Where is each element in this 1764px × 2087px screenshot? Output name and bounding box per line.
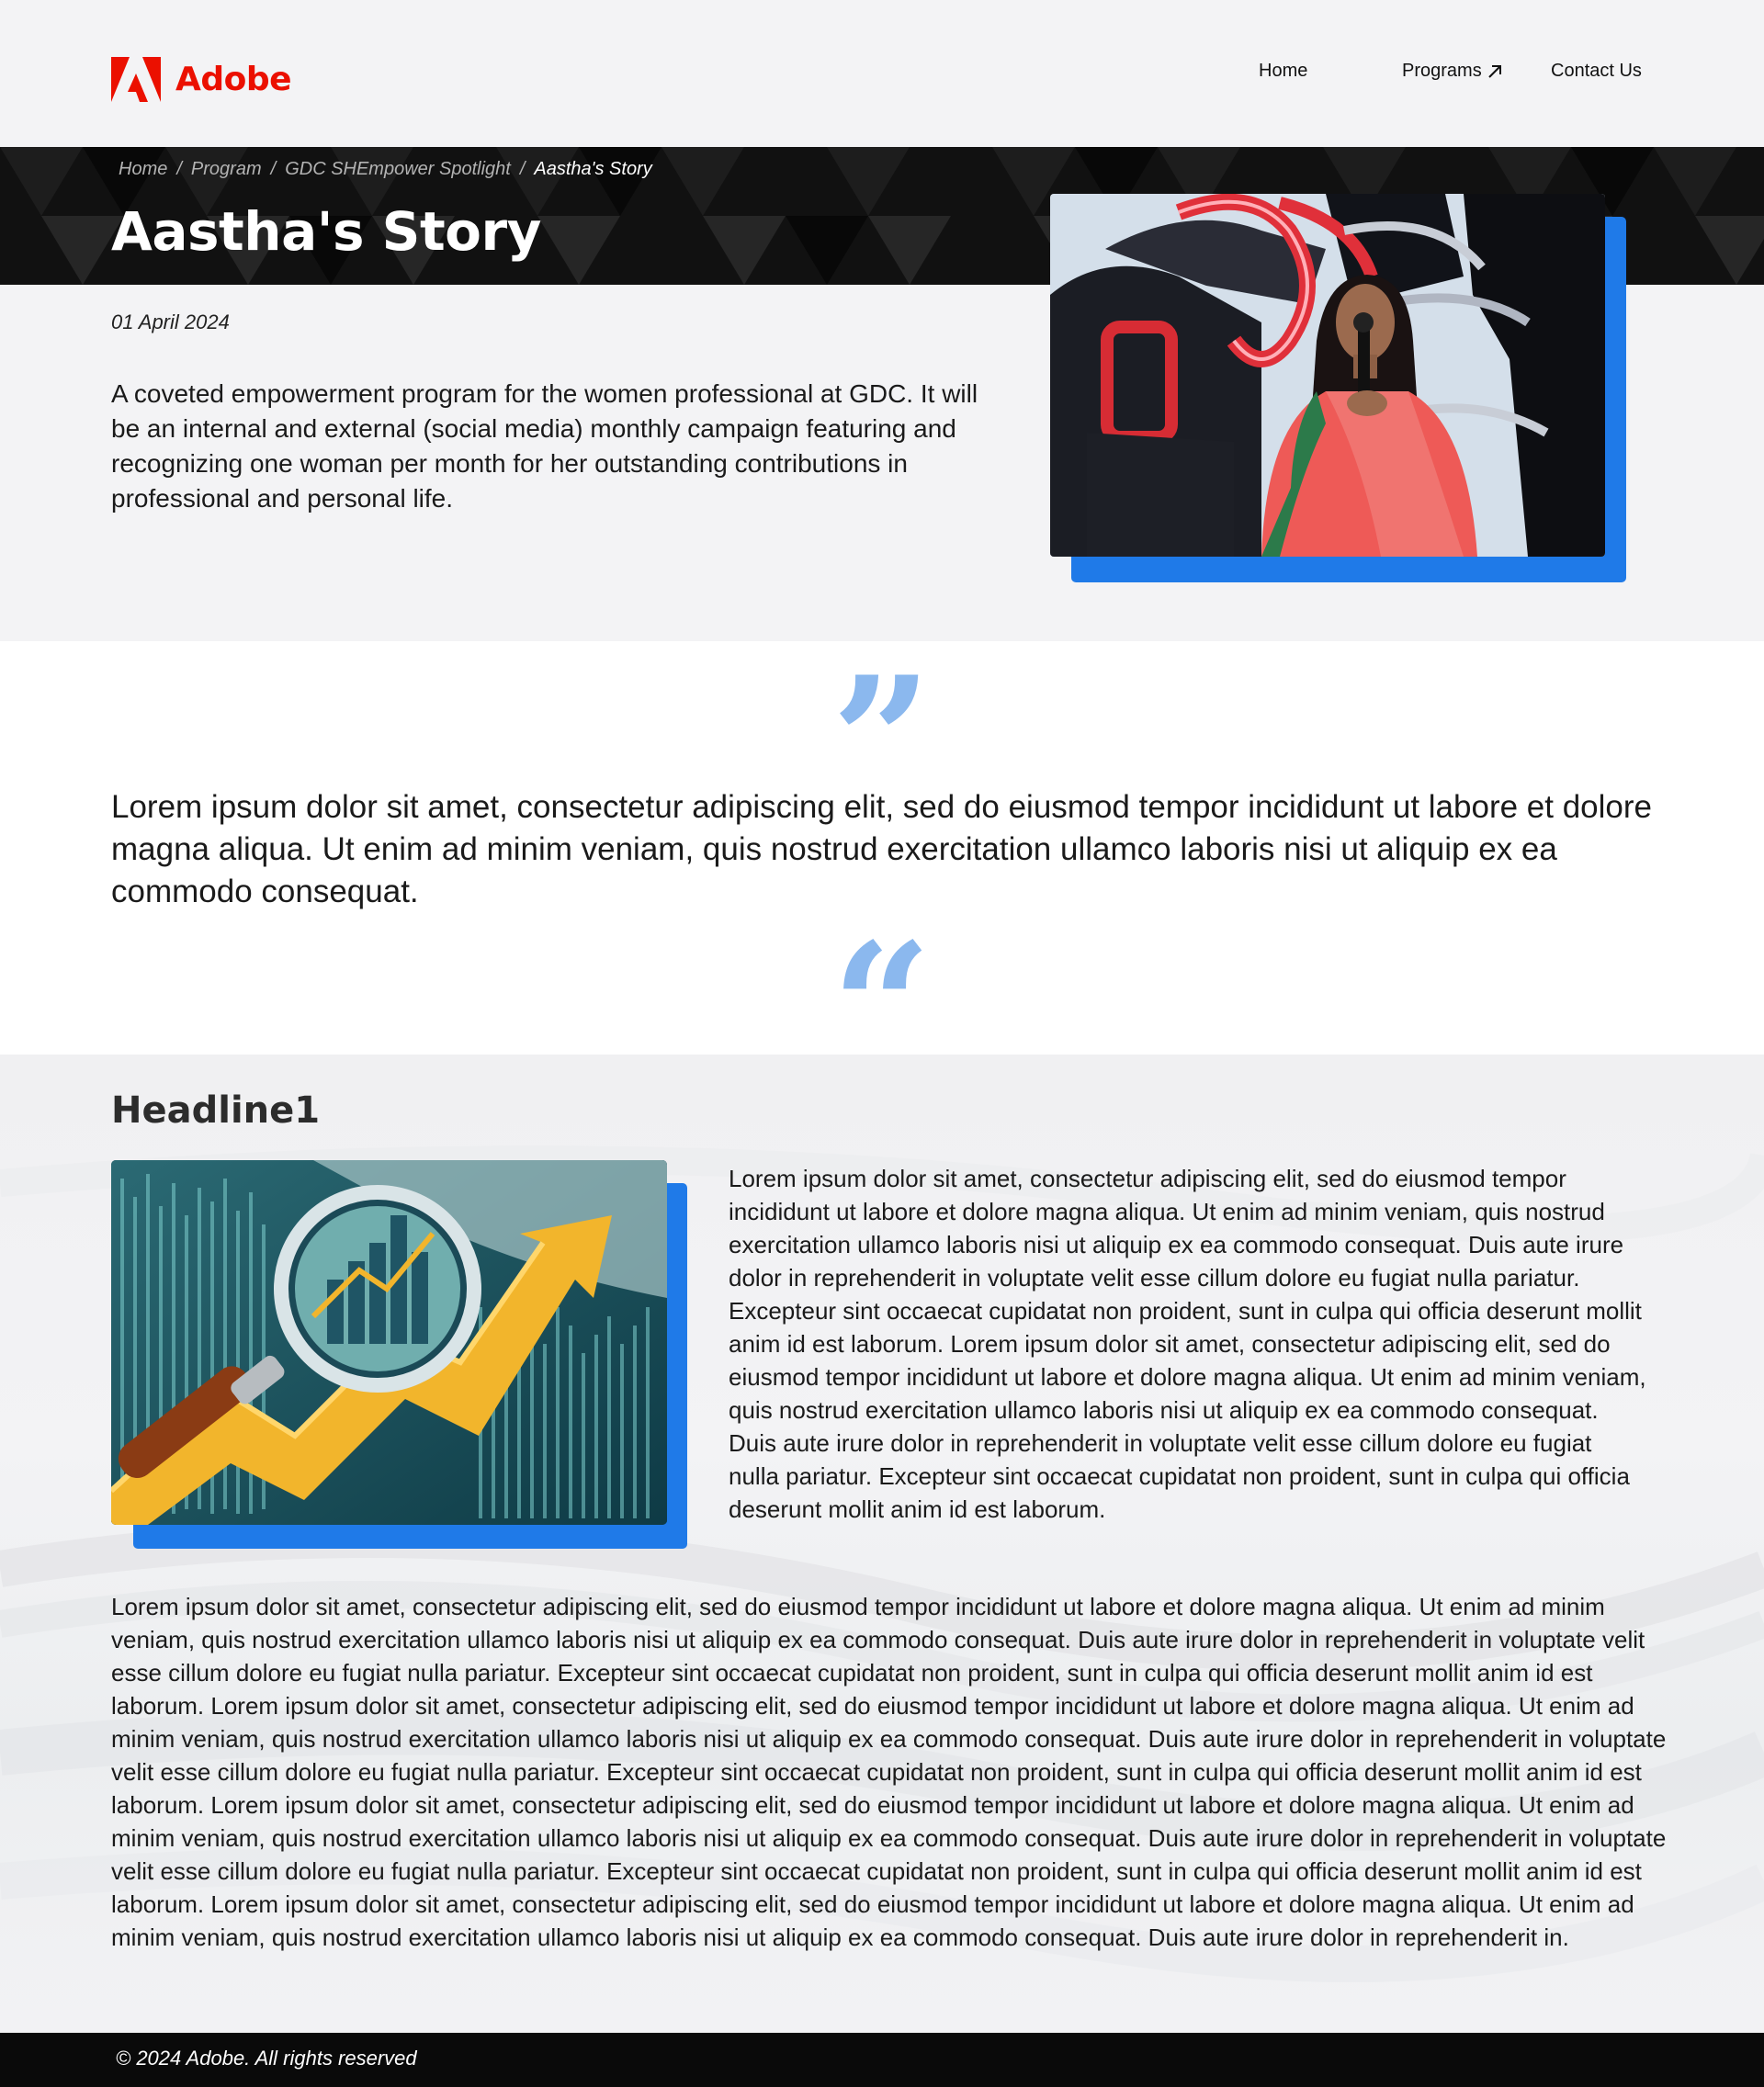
publish-date: 01 April 2024 [111, 310, 230, 333]
arrow-up-right-icon [1487, 64, 1501, 78]
speaker-photo [1050, 194, 1605, 557]
article-headline: Headline1 [111, 1089, 321, 1132]
nav-contact-us[interactable]: Contact Us [1551, 61, 1642, 82]
breadcrumb: Home / Program / GDC SHEmpower Spotlight… [119, 159, 652, 180]
brand-name: Adobe [175, 61, 292, 98]
magnifier-growth-illustration [111, 1160, 667, 1525]
breadcrumb-home[interactable]: Home [119, 159, 167, 180]
pull-quote: Lorem ipsum dolor sit amet, consectetur … [111, 789, 1652, 909]
nav-programs-label: Programs [1402, 61, 1482, 81]
breadcrumb-current: Aastha's Story [534, 159, 652, 179]
breadcrumb-program[interactable]: Program [191, 159, 262, 180]
page-title: Aastha's Story [111, 200, 541, 263]
speaker-photo-illustration [1050, 194, 1605, 557]
adobe-logo[interactable]: Adobe [111, 57, 292, 102]
analytics-illustration [111, 1160, 667, 1525]
breadcrumb-spotlight[interactable]: GDC SHEmpower Spotlight [285, 159, 511, 180]
breadcrumb-separator: / [270, 159, 277, 179]
nav-home[interactable]: Home [1259, 61, 1307, 82]
nav-programs[interactable]: Programs [1402, 61, 1503, 82]
adobe-logo-icon [111, 57, 161, 102]
breadcrumb-separator: / [519, 159, 526, 179]
intro-paragraph: A coveted empowerment program for the wo… [111, 379, 978, 513]
copyright-text: © 2024 Adobe. All rights reserved [116, 2047, 417, 2070]
breadcrumb-separator: / [176, 159, 182, 179]
article-body-paragraph: Lorem ipsum dolor sit amet, consectetur … [111, 1593, 1667, 1951]
article-side-paragraph: Lorem ipsum dolor sit amet, consectetur … [729, 1165, 1646, 1523]
